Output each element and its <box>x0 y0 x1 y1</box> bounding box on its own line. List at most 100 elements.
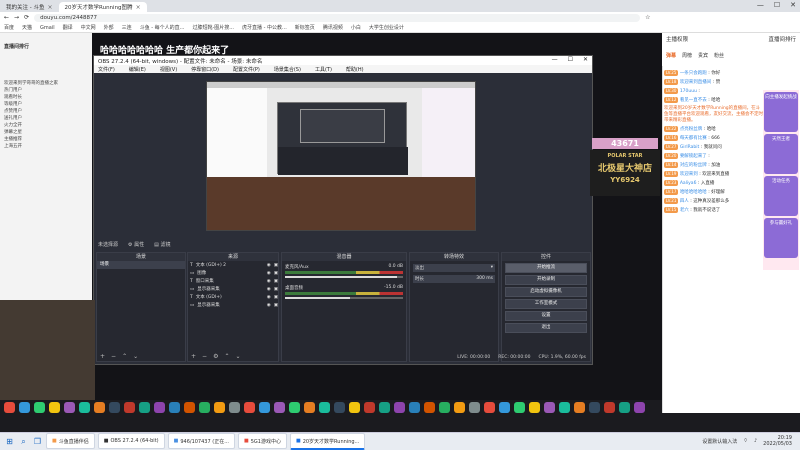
game-app-icon[interactable] <box>529 401 540 413</box>
game-app-icon[interactable] <box>394 401 405 413</box>
eye-icon[interactable]: ◉ <box>267 279 271 284</box>
game-app-icon[interactable] <box>334 401 345 413</box>
message-user[interactable]: 哈哈哈哈哈哈 <box>680 190 707 195</box>
game-app-icon[interactable] <box>439 401 450 413</box>
bookmark-item[interactable]: 外部 <box>104 24 114 31</box>
close-button[interactable]: ✕ <box>790 1 796 9</box>
right-panel-tab[interactable]: 弹幕 <box>666 52 676 59</box>
bookmark-item[interactable]: 翻译 <box>63 24 73 31</box>
lock-icon[interactable]: ▣ <box>274 287 278 292</box>
game-app-icon[interactable] <box>34 401 45 413</box>
browser-tab-active[interactable]: 20岁天才数学Running图腾 × <box>58 2 147 12</box>
game-app-icon[interactable] <box>289 401 300 413</box>
promo-card[interactable]: 天然王者 <box>764 134 798 174</box>
game-app-icon[interactable] <box>79 401 90 413</box>
game-app-icon[interactable] <box>169 401 180 413</box>
properties-button[interactable]: ⚙ 属性 <box>128 241 144 248</box>
lock-icon[interactable]: ▣ <box>274 271 278 276</box>
exit-button[interactable]: 退出 <box>505 323 587 333</box>
close-tab-icon[interactable]: × <box>136 4 141 11</box>
volume-slider[interactable] <box>285 297 403 299</box>
volume-slider[interactable] <box>285 276 403 278</box>
close-tab-icon[interactable]: × <box>47 4 52 11</box>
bookmark-item[interactable]: 大学生创业设计 <box>369 24 404 31</box>
eye-icon[interactable]: ◉ <box>267 295 271 300</box>
scene-item[interactable]: 场景 <box>97 261 185 269</box>
game-app-icon[interactable] <box>319 401 330 413</box>
bookmark-item[interactable]: 百度 <box>4 24 14 31</box>
game-app-icon[interactable] <box>424 401 435 413</box>
source-item[interactable]: T 窗口采集 ◉ ▣ <box>188 277 278 285</box>
bookmark-item[interactable]: 小白 <box>351 24 361 31</box>
game-app-icon[interactable] <box>94 401 105 413</box>
room-rank-label[interactable]: 直播间排行 <box>768 35 796 43</box>
promo-card[interactable]: 活动任务 <box>764 176 798 216</box>
lock-icon[interactable]: ▣ <box>274 279 278 284</box>
game-app-icon[interactable] <box>349 401 360 413</box>
source-item[interactable]: T 文本 (GDI+) 2 ◉ ▣ <box>188 261 278 269</box>
message-user[interactable]: 欢迎来到直播间 <box>680 80 712 85</box>
start-streaming-button[interactable]: 开始推流 <box>505 263 587 273</box>
obs-menu-item[interactable]: 编辑(E) <box>129 66 146 73</box>
network-icon[interactable]: ⌔ <box>743 438 748 444</box>
message-user[interactable]: 四人 <box>680 199 689 204</box>
source-item[interactable]: ▭ 图像 ◉ ▣ <box>188 269 278 277</box>
forward-icon[interactable]: → <box>14 14 19 21</box>
game-app-icon[interactable] <box>64 401 75 413</box>
game-app-icon[interactable] <box>634 401 645 413</box>
obs-menu-item[interactable]: 视图(V) <box>160 66 177 73</box>
message-user[interactable]: 一条只会跑跑 <box>680 71 707 76</box>
obs-menu-item[interactable]: 停靠窗口(D) <box>191 66 219 73</box>
game-app-icon[interactable] <box>589 401 600 413</box>
game-app-icon[interactable] <box>259 401 270 413</box>
transition-duration-field[interactable]: 时长 300 ms <box>413 275 495 283</box>
bookmark-item[interactable]: 过膝短靴-图片搜... <box>192 24 234 31</box>
message-user[interactable]: GirlRabit <box>680 145 700 150</box>
game-app-icon[interactable] <box>604 401 615 413</box>
game-app-icon[interactable] <box>409 401 420 413</box>
message-user[interactable]: 老六 <box>680 208 689 213</box>
source-item[interactable]: ▭ 显示器采集 ◉ ▣ <box>188 301 278 309</box>
game-app-icon[interactable] <box>139 401 150 413</box>
game-app-icon[interactable] <box>4 401 15 413</box>
game-app-icon[interactable] <box>364 401 375 413</box>
lock-icon[interactable]: ▣ <box>274 263 278 268</box>
bookmark-item[interactable]: 天猫 <box>22 24 32 31</box>
message-user[interactable]: 要解锁起来了 <box>680 154 707 159</box>
game-app-icon[interactable] <box>49 401 60 413</box>
message-user[interactable]: Aaliya6 <box>680 181 697 186</box>
message-user[interactable]: 每天都有比赛 <box>680 136 707 141</box>
clock[interactable]: 20:19 2022/05/03 <box>763 435 792 447</box>
message-user[interactable]: 对应的粉丝牌 <box>680 163 707 168</box>
game-app-icon[interactable] <box>484 401 495 413</box>
obs-minimize-button[interactable]: — <box>552 56 558 63</box>
game-app-icon[interactable] <box>574 401 585 413</box>
source-item[interactable]: ▭ 显示器采集 ◉ ▣ <box>188 285 278 293</box>
eye-icon[interactable]: ◉ <box>267 287 271 292</box>
message-user[interactable]: 看见一直不去 <box>680 98 707 103</box>
game-app-icon[interactable] <box>619 401 630 413</box>
game-app-icon[interactable] <box>19 401 30 413</box>
game-app-icon[interactable] <box>229 401 240 413</box>
taskbar-app[interactable]: ■ 20岁天才数学Running... <box>289 433 366 450</box>
eye-icon[interactable]: ◉ <box>267 263 271 268</box>
bookmark-item[interactable]: 中文网 <box>81 24 96 31</box>
taskbar-app[interactable]: ■ 斗鱼直播伴侣 <box>46 433 95 449</box>
lock-icon[interactable]: ▣ <box>274 295 278 300</box>
volume-icon[interactable]: ♪ <box>754 438 757 444</box>
game-app-icon[interactable] <box>154 401 165 413</box>
maximize-button[interactable]: ☐ <box>774 1 780 9</box>
filters-button[interactable]: ▤ 滤镜 <box>154 241 170 248</box>
right-panel-tab[interactable]: 贵宾 <box>698 52 708 59</box>
bookmark-item[interactable]: 腾讯视频 <box>323 24 343 31</box>
eye-icon[interactable]: ◉ <box>267 271 271 276</box>
start-recording-button[interactable]: 开始录制 <box>505 275 587 285</box>
bookmark-item[interactable]: Gmail <box>40 25 55 31</box>
star-icon[interactable]: ☆ <box>645 14 650 21</box>
promo-card[interactable]: 向主播发起挑战 <box>764 92 798 132</box>
eye-icon[interactable]: ◉ <box>267 303 271 308</box>
task-view-icon[interactable]: ❐ <box>32 436 43 447</box>
game-app-icon[interactable] <box>274 401 285 413</box>
game-app-icon[interactable] <box>109 401 120 413</box>
game-app-icon[interactable] <box>124 401 135 413</box>
